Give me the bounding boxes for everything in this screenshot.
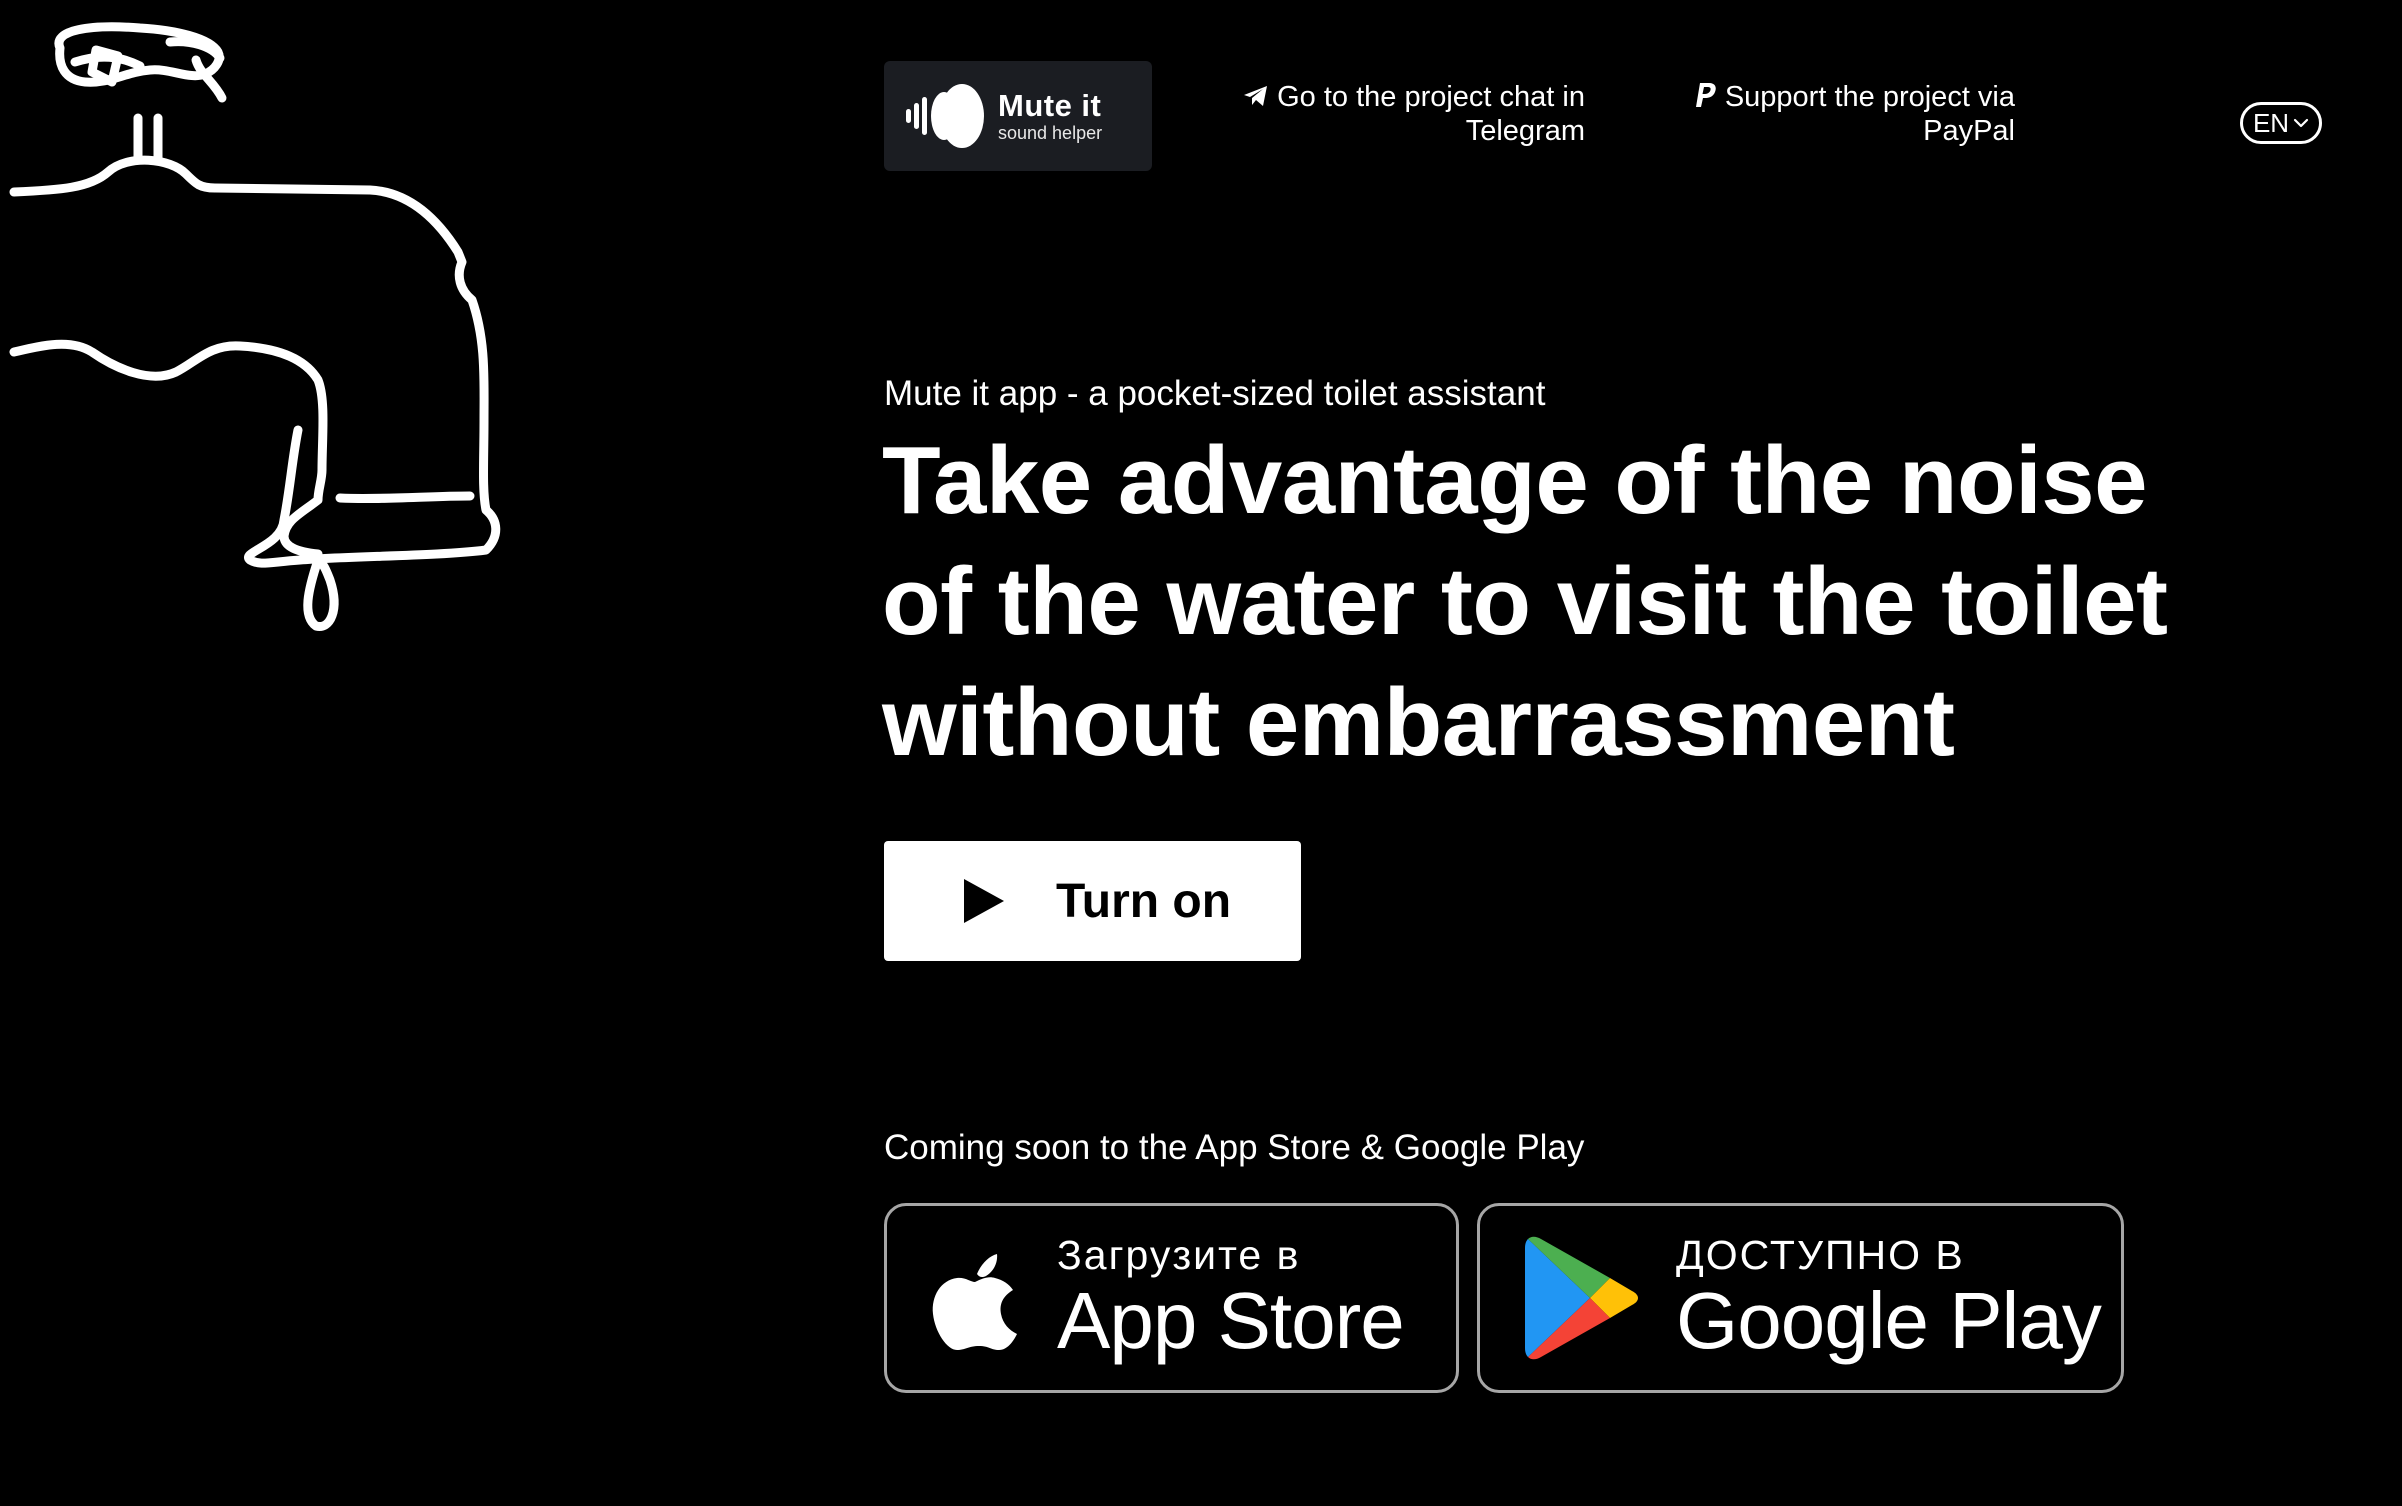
faucet-illustration xyxy=(9,22,501,631)
google-play-badge[interactable]: ДОСТУПНО В Google Play xyxy=(1477,1203,2124,1393)
language-label: EN xyxy=(2252,107,2290,138)
telegram-icon xyxy=(1244,86,1268,106)
hero-headline: Take advantage of the noise of the water… xyxy=(882,427,2168,776)
apple-icon xyxy=(932,1254,1017,1350)
turn-on-button[interactable]: Turn on xyxy=(884,841,1301,961)
logo[interactable]: Mute it sound helper xyxy=(884,61,1152,171)
paypal-link-label: Support the project via PayPal xyxy=(1724,81,2015,147)
google-play-icon xyxy=(1525,1236,1638,1360)
app-store-small: Загрузите в xyxy=(1057,1232,1301,1278)
turn-on-label: Turn on xyxy=(1056,874,1232,928)
language-selector[interactable]: EN xyxy=(2240,102,2322,144)
logo-tagline: sound helper xyxy=(998,123,1103,143)
chevron-down-icon xyxy=(2293,118,2309,128)
paypal-link[interactable]: Support the project via PayPal xyxy=(1680,80,2015,148)
logo-name: Mute it xyxy=(998,88,1102,123)
logo-mark-icon xyxy=(906,84,984,148)
google-play-big: Google Play xyxy=(1676,1276,2102,1365)
play-icon xyxy=(964,879,1004,923)
app-store-big: App Store xyxy=(1057,1276,1405,1365)
paypal-icon xyxy=(1695,83,1716,107)
hero-eyebrow: Mute it app - a pocket-sized toilet assi… xyxy=(884,374,1546,413)
google-play-small: ДОСТУПНО В xyxy=(1676,1232,1965,1278)
coming-soon-text: Coming soon to the App Store & Google Pl… xyxy=(884,1128,1585,1167)
telegram-link[interactable]: Go to the project chat in Telegram xyxy=(1230,80,1585,148)
telegram-link-label: Go to the project chat in Telegram xyxy=(1277,81,1585,147)
app-store-badge[interactable]: Загрузите в App Store xyxy=(884,1203,1459,1393)
